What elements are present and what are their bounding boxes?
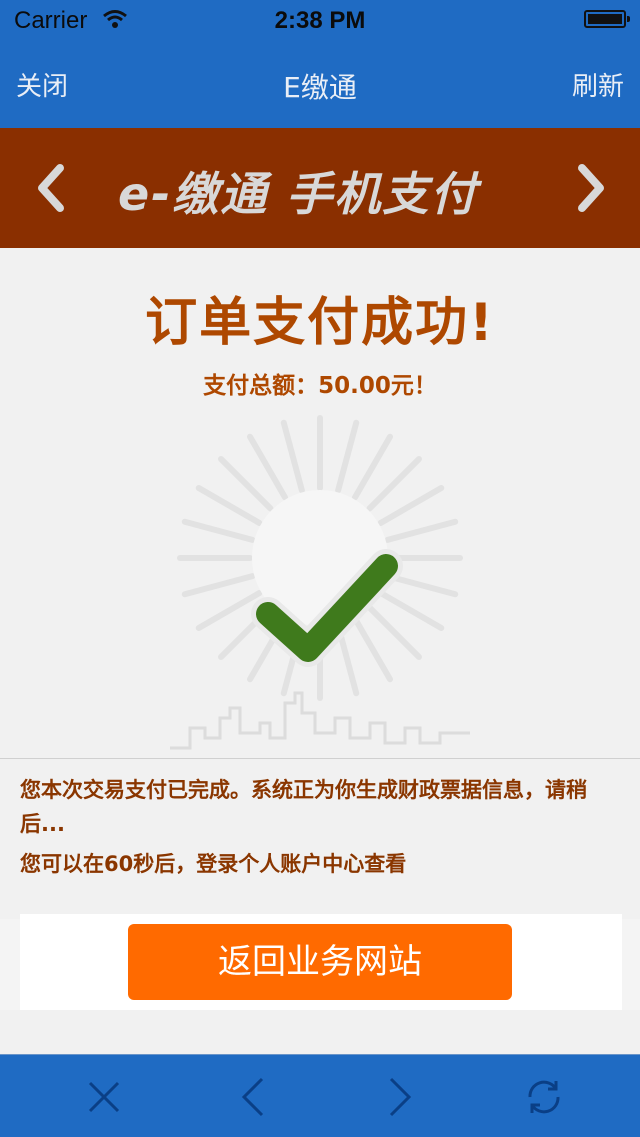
brand-banner: e-缴通 手机支付 — [0, 128, 640, 248]
close-icon[interactable] — [82, 1075, 126, 1119]
result-content: 订单支付成功! 支付总额：50.00元！ — [0, 248, 640, 758]
city-skyline-icon — [170, 691, 470, 750]
forward-icon[interactable] — [377, 1075, 421, 1119]
success-headline: 订单支付成功! — [145, 293, 495, 353]
banner-next-icon[interactable] — [570, 158, 610, 218]
status-bar: Carrier 2:38 PM — [0, 0, 640, 40]
brand-logo-text: e-缴通 手机支付 — [118, 167, 479, 221]
reload-icon[interactable] — [522, 1075, 566, 1119]
status-messages: 您本次交易支付已完成。系统正为你生成财政票据信息，请稍后... 您可以在60秒后… — [0, 758, 640, 919]
clock: 2:38 PM — [274, 7, 366, 34]
completion-message: 您本次交易支付已完成。系统正为你生成财政票据信息，请稍后... — [20, 778, 587, 836]
nav-bar: 关闭 E缴通 刷新 — [0, 40, 640, 128]
back-icon[interactable] — [232, 1075, 276, 1119]
refresh-button[interactable]: 刷新 — [572, 66, 624, 103]
page-title: E缴通 — [283, 71, 357, 104]
success-check-icon — [251, 549, 403, 667]
content-bottom-space — [0, 1010, 640, 1054]
browser-toolbar — [0, 1054, 640, 1137]
return-to-site-button[interactable]: 返回业务网站 — [128, 924, 512, 1000]
banner-prev-icon[interactable] — [32, 158, 72, 218]
payment-amount: 支付总额：50.00元！ — [203, 373, 437, 399]
battery-icon — [584, 10, 630, 28]
account-check-message: 您可以在60秒后，登录个人账户中心查看 — [20, 852, 407, 876]
return-panel: 返回业务网站 — [20, 914, 622, 1010]
